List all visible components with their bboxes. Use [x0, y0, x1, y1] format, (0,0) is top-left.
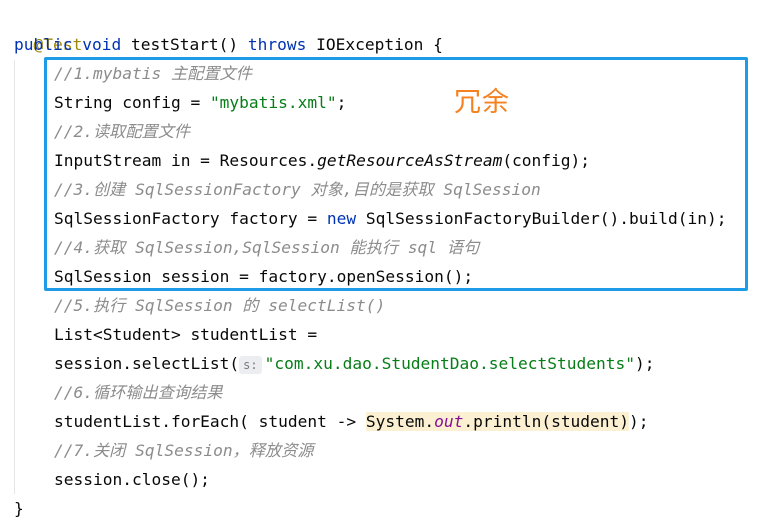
kw-public: public: [14, 35, 73, 54]
comment-line-5: //5.执行 SqlSession 的 selectList(): [54, 291, 385, 320]
comment-5: //5.执行 SqlSession 的 selectList(): [54, 296, 386, 315]
comment-line-6: //6.循环输出查询结果: [54, 378, 222, 407]
list-line: List<Student> studentList =: [54, 320, 317, 349]
foreach-end: );: [629, 412, 649, 431]
out-field: out: [434, 412, 464, 431]
param-hint: s:: [239, 355, 262, 374]
kw-throws: throws: [247, 35, 307, 54]
system-class: System.: [365, 412, 435, 431]
redundant-label: 冗余: [454, 87, 510, 118]
select-line: session.selectList(s: "com.xu.dao.Student…: [54, 349, 654, 378]
indent-guide: [14, 60, 15, 494]
foreach-call: studentList.forEach( student ->: [54, 412, 366, 431]
redundant-highlight-box: [44, 57, 748, 291]
method-signature-line: public void testStart() throws IOExcepti…: [14, 30, 443, 59]
method-name: testStart(): [130, 35, 239, 54]
annotation-line: @Test: [14, 1, 83, 54]
close-call: session.close();: [54, 470, 210, 489]
kw-void: void: [82, 35, 122, 54]
closing-brace: }: [14, 499, 24, 518]
comment-7: //7.关闭 SqlSession，释放资源: [54, 441, 314, 460]
foreach-line: studentList.forEach( student -> System.o…: [54, 407, 649, 436]
select-string: "com.xu.dao.StudentDao.selectStudents": [264, 354, 635, 373]
select-call: session.selectList(: [54, 354, 240, 373]
closing-brace-line: }: [14, 494, 24, 523]
println-call: .println(student): [463, 412, 630, 431]
comment-line-7: //7.关闭 SqlSession，释放资源: [54, 436, 314, 465]
close-line: session.close();: [54, 465, 210, 494]
comment-6: //6.循环输出查询结果: [54, 383, 223, 402]
select-end: );: [634, 354, 655, 373]
highlighted-println: System.out.println(student): [365, 412, 630, 431]
list-decl: List<Student> studentList =: [54, 325, 318, 344]
exception-type: IOException {: [316, 35, 443, 54]
